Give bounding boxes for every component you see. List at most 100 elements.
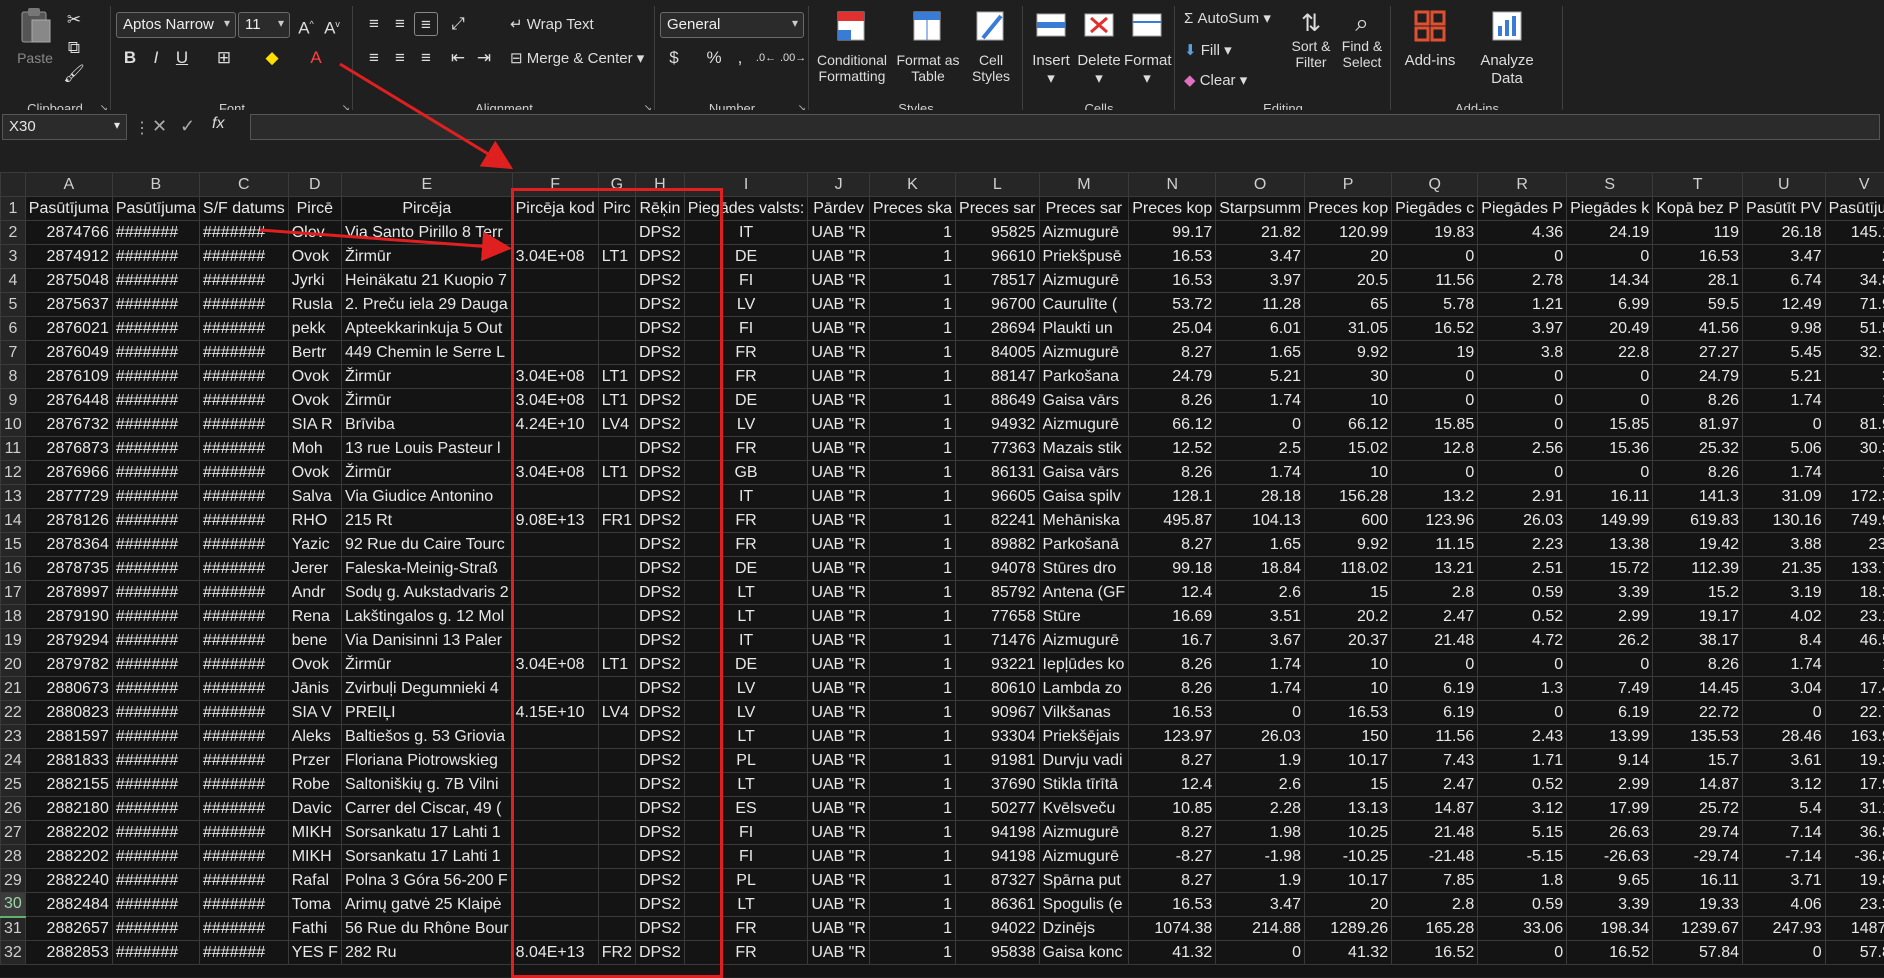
cell-b12[interactable]: ####### <box>112 461 199 485</box>
cell-q14[interactable]: 123.96 <box>1392 509 1478 533</box>
cell-t22[interactable]: 22.72 <box>1653 701 1743 725</box>
row-header[interactable]: 4 <box>1 269 26 293</box>
cell-n12[interactable]: 8.26 <box>1129 461 1216 485</box>
cell-q5[interactable]: 5.78 <box>1392 293 1478 317</box>
cell-t16[interactable]: 112.39 <box>1653 557 1743 581</box>
cell-v1[interactable]: Pasūtījum <box>1825 197 1884 221</box>
cell-d7[interactable]: Bertr <box>288 341 341 365</box>
cell-j21[interactable]: UAB "R <box>808 677 870 701</box>
cell-v22[interactable]: 22.72 <box>1825 701 1884 725</box>
cell-b27[interactable]: ####### <box>112 821 199 845</box>
cell-b20[interactable]: ####### <box>112 653 199 677</box>
cell-v6[interactable]: 51.54 <box>1825 317 1884 341</box>
cell-a21[interactable]: 2880673 <box>25 677 112 701</box>
column-header-f[interactable]: F <box>512 173 598 197</box>
cell-s21[interactable]: 7.49 <box>1567 677 1653 701</box>
cell-h17[interactable]: DPS2 <box>636 581 685 605</box>
cell-v25[interactable]: 17.99 <box>1825 773 1884 797</box>
cell-c6[interactable]: ####### <box>199 317 288 341</box>
column-header-t[interactable]: T <box>1653 173 1743 197</box>
row-header[interactable]: 11 <box>1 437 26 461</box>
cell-f19[interactable] <box>512 629 598 653</box>
cell-p3[interactable]: 20 <box>1305 245 1392 269</box>
cell-r8[interactable]: 0 <box>1478 365 1567 389</box>
cell-h21[interactable]: DPS2 <box>636 677 685 701</box>
cell-t24[interactable]: 15.7 <box>1653 749 1743 773</box>
cell-g27[interactable] <box>598 821 635 845</box>
cell-t1[interactable]: Kopā bez P <box>1653 197 1743 221</box>
cell-l7[interactable]: 84005 <box>956 341 1039 365</box>
cell-o22[interactable]: 0 <box>1216 701 1305 725</box>
cell-e25[interactable]: Saltoniškių g. 7B Vilni <box>341 773 512 797</box>
cell-g7[interactable] <box>598 341 635 365</box>
cell-u5[interactable]: 12.49 <box>1743 293 1826 317</box>
cell-d16[interactable]: Jerer <box>288 557 341 581</box>
percent-icon[interactable]: % <box>702 46 726 70</box>
cell-t29[interactable]: 16.11 <box>1653 869 1743 893</box>
cell-l1[interactable]: Preces sar <box>956 197 1039 221</box>
cell-d30[interactable]: Toma <box>288 893 341 917</box>
cell-q16[interactable]: 13.21 <box>1392 557 1478 581</box>
cell-t20[interactable]: 8.26 <box>1653 653 1743 677</box>
cell-f22[interactable]: 4.15E+10 <box>512 701 598 725</box>
cell-o12[interactable]: 1.74 <box>1216 461 1305 485</box>
cell-o23[interactable]: 26.03 <box>1216 725 1305 749</box>
cell-c21[interactable]: ####### <box>199 677 288 701</box>
cell-o17[interactable]: 2.6 <box>1216 581 1305 605</box>
cell-c25[interactable]: ####### <box>199 773 288 797</box>
cell-m27[interactable]: Aizmugurē <box>1039 821 1129 845</box>
cell-p7[interactable]: 9.92 <box>1305 341 1392 365</box>
cell-o4[interactable]: 3.97 <box>1216 269 1305 293</box>
cell-j4[interactable]: UAB "R <box>808 269 870 293</box>
cell-t15[interactable]: 19.42 <box>1653 533 1743 557</box>
cell-b28[interactable]: ####### <box>112 845 199 869</box>
cell-i6[interactable]: FI <box>684 317 808 341</box>
cell-e10[interactable]: Brīviba <box>341 413 512 437</box>
row-header[interactable]: 17 <box>1 581 26 605</box>
cell-b7[interactable]: ####### <box>112 341 199 365</box>
cell-h4[interactable]: DPS2 <box>636 269 685 293</box>
cell-o25[interactable]: 2.6 <box>1216 773 1305 797</box>
cell-p11[interactable]: 15.02 <box>1305 437 1392 461</box>
cell-c20[interactable]: ####### <box>199 653 288 677</box>
cell-o26[interactable]: 2.28 <box>1216 797 1305 821</box>
cell-p10[interactable]: 66.12 <box>1305 413 1392 437</box>
cell-f31[interactable] <box>512 917 598 941</box>
cell-i8[interactable]: FR <box>684 365 808 389</box>
cell-t10[interactable]: 81.97 <box>1653 413 1743 437</box>
cell-f24[interactable] <box>512 749 598 773</box>
cell-q3[interactable]: 0 <box>1392 245 1478 269</box>
cell-d32[interactable]: YES F <box>288 941 341 965</box>
clear-button[interactable]: ◆ Clear ▾ <box>1184 72 1247 89</box>
cell-k26[interactable]: 1 <box>869 797 955 821</box>
cell-d11[interactable]: Moh <box>288 437 341 461</box>
cell-e30[interactable]: Arimų gatvė 25 Klaipė <box>341 893 512 917</box>
cell-e7[interactable]: 449 Chemin le Serre L <box>341 341 512 365</box>
cell-g10[interactable]: LV4 <box>598 413 635 437</box>
cell-v12[interactable]: 10 <box>1825 461 1884 485</box>
cell-e28[interactable]: Sorsankatu 17 Lahti 1 <box>341 845 512 869</box>
cell-p28[interactable]: -10.25 <box>1305 845 1392 869</box>
cell-f5[interactable] <box>512 293 598 317</box>
cell-h7[interactable]: DPS2 <box>636 341 685 365</box>
cell-u12[interactable]: 1.74 <box>1743 461 1826 485</box>
fill-color-icon[interactable]: ◆ <box>260 46 284 70</box>
cell-i24[interactable]: PL <box>684 749 808 773</box>
cell-j19[interactable]: UAB "R <box>808 629 870 653</box>
cell-u27[interactable]: 7.14 <box>1743 821 1826 845</box>
cell-r12[interactable]: 0 <box>1478 461 1567 485</box>
cell-n17[interactable]: 12.4 <box>1129 581 1216 605</box>
cell-t31[interactable]: 1239.67 <box>1653 917 1743 941</box>
cell-v17[interactable]: 18.39 <box>1825 581 1884 605</box>
cell-u23[interactable]: 28.46 <box>1743 725 1826 749</box>
cell-v13[interactable]: 172.39 <box>1825 485 1884 509</box>
grow-font-icon[interactable]: A^ <box>294 12 318 36</box>
cell-p19[interactable]: 20.37 <box>1305 629 1392 653</box>
cell-q32[interactable]: 16.52 <box>1392 941 1478 965</box>
cell-q10[interactable]: 15.85 <box>1392 413 1478 437</box>
cell-b15[interactable]: ####### <box>112 533 199 557</box>
cell-c17[interactable]: ####### <box>199 581 288 605</box>
cell-i5[interactable]: LV <box>684 293 808 317</box>
cell-t3[interactable]: 16.53 <box>1653 245 1743 269</box>
cell-h19[interactable]: DPS2 <box>636 629 685 653</box>
